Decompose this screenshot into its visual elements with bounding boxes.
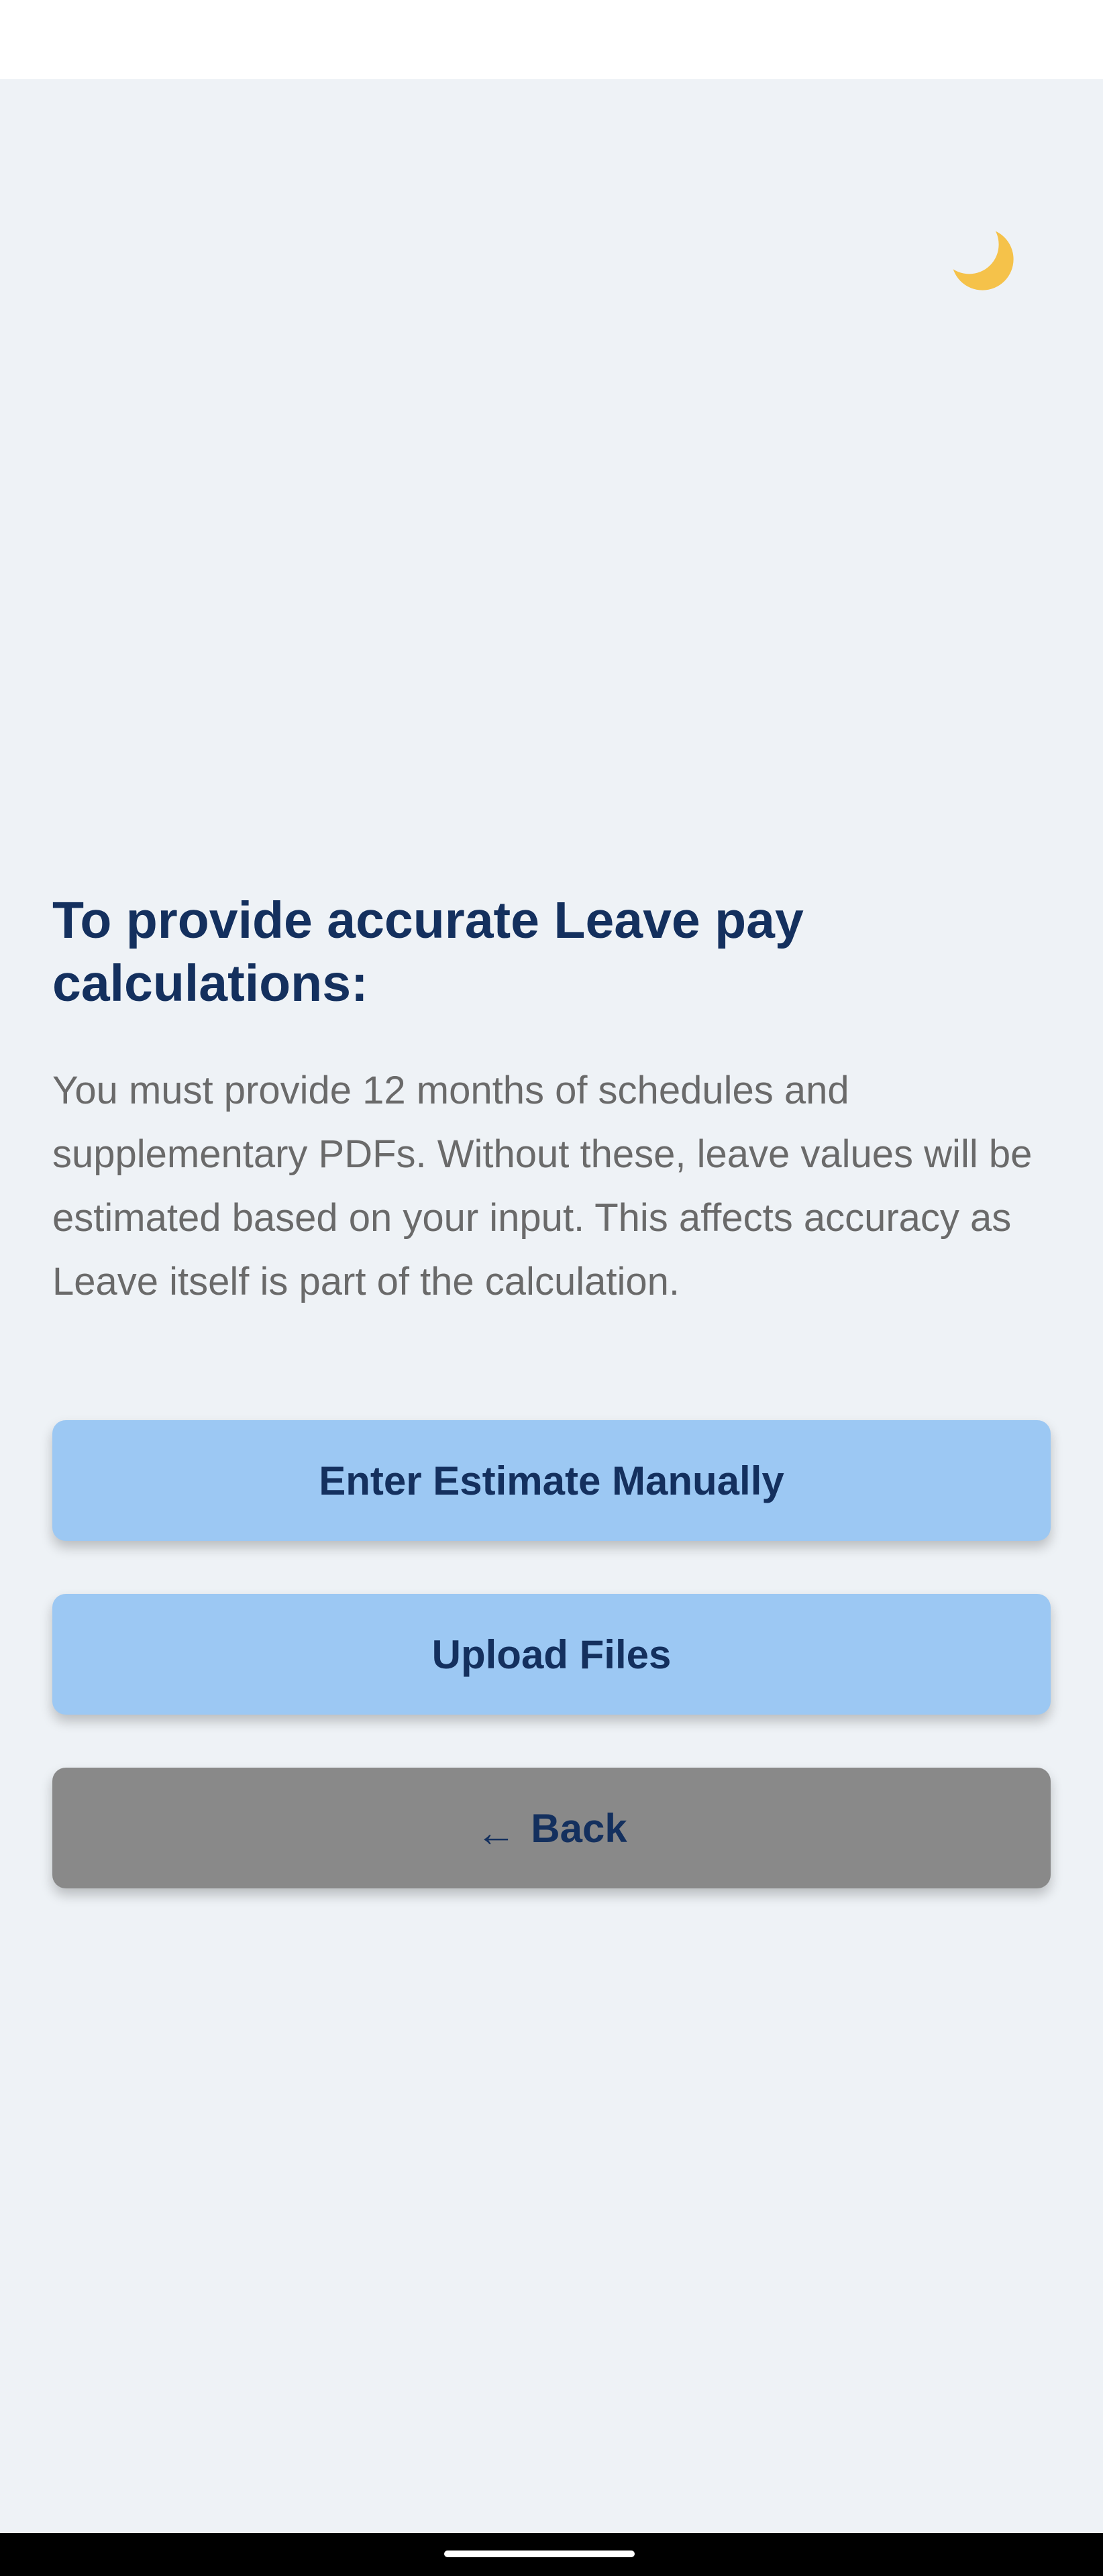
upload-files-button[interactable]: Upload Files: [52, 1594, 1051, 1715]
home-gesture-handle[interactable]: [444, 2551, 635, 2557]
back-label: Back: [531, 1805, 627, 1851]
notice-text: You must provide 12 months of schedules …: [52, 1069, 1033, 1303]
page-heading: To provide accurate Leave pay calculatio…: [52, 892, 804, 1012]
back-arrow-icon: ←: [476, 1809, 517, 1855]
crescent-moon-icon: [951, 228, 1014, 290]
theme-toggle-button[interactable]: [939, 216, 1020, 297]
status-bar: [0, 0, 1103, 79]
back-button[interactable]: ← Back: [52, 1768, 1051, 1888]
enter-estimate-manually-button[interactable]: Enter Estimate Manually: [52, 1420, 1051, 1541]
enter-estimate-manually-label: Enter Estimate Manually: [319, 1458, 784, 1503]
upload-files-label: Upload Files: [431, 1631, 672, 1677]
